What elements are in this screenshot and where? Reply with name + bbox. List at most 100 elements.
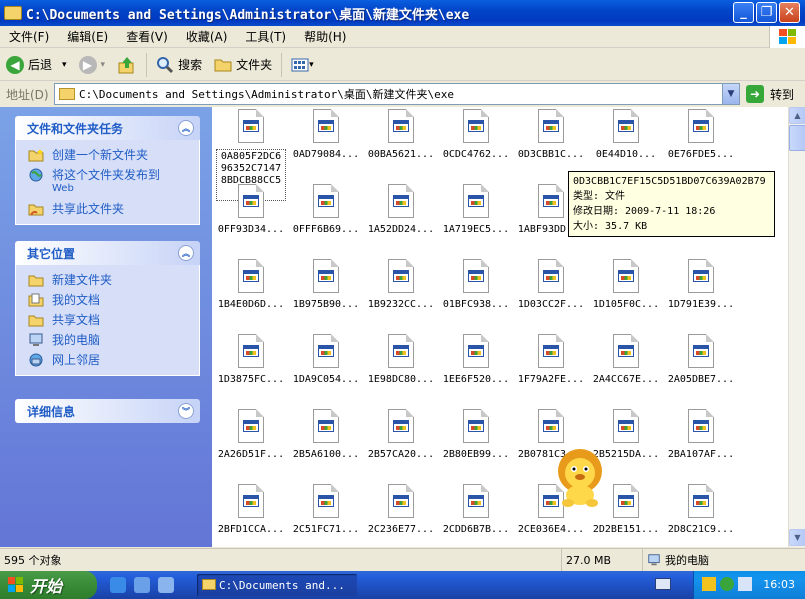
expand-chevron-icon[interactable]: ︾ [178,403,194,419]
scroll-down-arrow[interactable]: ▼ [789,529,805,546]
start-button[interactable]: 开始 [0,571,97,599]
file-item[interactable]: 1B975B90... [289,259,363,310]
file-item[interactable]: 2D8C21C9... [664,484,738,535]
file-item[interactable]: 0CDC4762... [439,109,513,160]
file-item[interactable]: 1D3875FC... [214,334,288,385]
task-publish-web[interactable]: 将这个文件夹发布到 Web [28,168,199,196]
task-new-folder[interactable]: 创建一个新文件夹 [28,148,199,162]
details-panel-header[interactable]: 详细信息 ︾ [15,399,200,423]
place-my-documents[interactable]: 我的文档 [28,293,199,307]
file-item[interactable]: 1D791E39... [664,259,738,310]
file-item[interactable]: 0D3CBB1C... [514,109,588,160]
scroll-thumb[interactable] [789,125,805,151]
menu-view[interactable]: 查看(V) [117,28,177,45]
lion-assistant-icon[interactable] [548,445,612,509]
ie-icon[interactable] [110,577,126,593]
file-item[interactable]: 1B4E0D6D... [214,259,288,310]
menu-bar: 文件(F) 编辑(E) 查看(V) 收藏(A) 工具(T) 帮助(H) [0,26,805,48]
file-item[interactable]: 1DA9C054... [289,334,363,385]
keyboard-icon[interactable] [655,578,671,590]
task-share-folder[interactable]: 共享此文件夹 [28,202,199,216]
go-arrow-icon[interactable]: ➜ [746,85,764,103]
system-tray: 16:03 [693,571,805,599]
close-button[interactable]: ✕ [779,2,800,23]
file-item[interactable]: 1A52DD24... [364,184,438,235]
windows-flag-icon [779,29,796,44]
folder-icon [202,579,216,590]
file-item[interactable]: 2C236E77... [364,484,438,535]
place-new-folder[interactable]: 新建文件夹 [28,273,199,287]
go-button[interactable]: 转到 [770,86,794,103]
file-item[interactable]: 2C51FC71... [289,484,363,535]
menu-favorites[interactable]: 收藏(A) [177,28,237,45]
file-item[interactable]: 1D105F0C... [589,259,663,310]
tray-icon-1[interactable] [702,577,716,591]
window-title: C:\Documents and Settings\Administrator\… [26,7,470,23]
up-button[interactable] [111,51,143,79]
file-item[interactable]: 0AD79084... [289,109,363,160]
folders-button[interactable]: 文件夹 [208,51,278,79]
menu-tools[interactable]: 工具(T) [236,28,295,45]
file-item[interactable]: 0FFF6B69... [289,184,363,235]
taskbar-window-button[interactable]: C:\Documents and... [197,574,357,596]
file-item[interactable]: 2BFD1CCA... [214,484,288,535]
file-item[interactable]: 2A26D51F... [214,409,288,460]
exe-file-icon [688,409,714,443]
collapse-chevron-icon[interactable]: ︽ [178,245,194,261]
file-item[interactable]: 1A719EC5... [439,184,513,235]
file-name: 2B80EB99... [442,449,510,460]
file-name: 2BFD1CCA... [217,524,285,535]
share-folder-icon [28,204,44,216]
vertical-scrollbar[interactable]: ▲ ▼ [788,107,805,547]
restore-button[interactable]: ❐ [756,2,777,23]
file-item[interactable]: 1EE6F520... [439,334,513,385]
address-dropdown-icon[interactable]: ▼ [722,84,739,104]
quicklaunch-icon[interactable] [134,577,150,593]
file-item[interactable]: 01BFC938... [439,259,513,310]
computer-icon [29,333,43,346]
menu-file[interactable]: 文件(F) [0,28,58,45]
search-button[interactable]: 搜索 [150,51,208,79]
places-panel-header[interactable]: 其它位置 ︽ [15,241,200,265]
quicklaunch-shield-icon[interactable] [158,577,174,593]
collapse-chevron-icon[interactable]: ︽ [178,120,194,136]
place-my-computer[interactable]: 我的电脑 [28,333,199,347]
menu-edit[interactable]: 编辑(E) [58,28,117,45]
file-item[interactable]: 1E98DC80... [364,334,438,385]
minimize-button[interactable]: _ [733,2,754,23]
file-item[interactable]: 1F79A2FE... [514,334,588,385]
file-item[interactable]: 2CDD6B7B... [439,484,513,535]
tooltip-name: 0D3CBB1C7EF15C5D51BD07C639A02B79 [573,176,766,187]
file-item[interactable]: 2A4CC67E... [589,334,663,385]
scroll-up-arrow[interactable]: ▲ [789,107,805,124]
file-item[interactable]: 2B5A6100... [289,409,363,460]
title-bar[interactable]: C:\Documents and Settings\Administrator\… [0,0,805,26]
file-item[interactable]: 1B9232CC... [364,259,438,310]
left-arrow-icon: ◀ [6,55,24,74]
task-publish-web-label: 将这个文件夹发布到 [52,168,161,182]
file-item[interactable]: 2B57CA20... [364,409,438,460]
file-item[interactable]: 0FF93D34... [214,184,288,235]
file-item[interactable]: 2A05DBE7... [664,334,738,385]
tasks-panel-header[interactable]: 文件和文件夹任务 ︽ [15,116,200,140]
views-button[interactable]: ▾ [285,51,320,79]
tray-icon-2[interactable] [720,577,734,591]
forward-button[interactable]: ▶ ▾ [73,51,112,79]
tray-volume-icon[interactable] [738,577,752,591]
exe-file-icon [613,334,639,368]
task-publish-web-sub: Web [52,183,74,194]
exe-file-icon [463,184,489,218]
menu-help[interactable]: 帮助(H) [295,28,355,45]
file-item[interactable]: 2B80EB99... [439,409,513,460]
file-item[interactable]: 00BA5621... [364,109,438,160]
place-shared-documents[interactable]: 共享文档 [28,313,199,327]
place-network[interactable]: 网上邻居 [28,353,199,367]
file-item[interactable]: 1D03CC2F... [514,259,588,310]
exe-file-icon [538,109,564,143]
file-item[interactable]: 0E44D10... [589,109,663,160]
file-item[interactable]: 0E76FDE5... [664,109,738,160]
back-dropdown-icon[interactable]: ▾ [62,60,67,70]
back-button[interactable]: ◀ 后退 ▾ [0,51,73,79]
file-item[interactable]: 2BA107AF... [664,409,738,460]
address-input[interactable]: C:\Documents and Settings\Administrator\… [54,83,740,105]
